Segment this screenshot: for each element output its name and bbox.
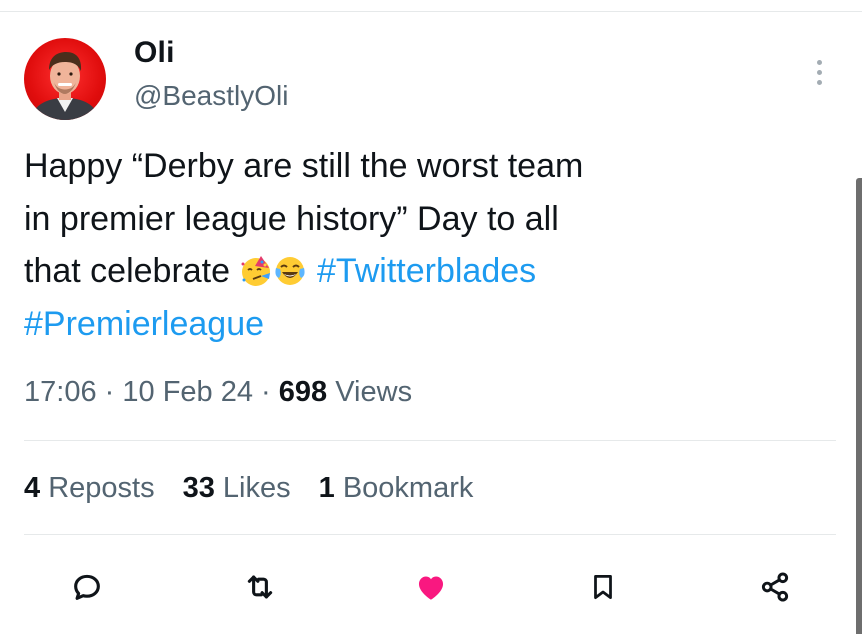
- likes-label: Likes: [222, 472, 291, 504]
- views-count: 698: [278, 376, 328, 408]
- tweet-line: in premier league history” Day to all: [24, 199, 559, 238]
- engagement-stats: 4 Reposts 33 Likes 1 Bookmark: [24, 472, 473, 505]
- tweet-line-text: that celebrate: [24, 252, 240, 290]
- tweet-line: that celebrate #Twitterblades: [24, 245, 784, 298]
- partying-face-icon: [239, 254, 273, 288]
- meta-separator: ·: [261, 376, 271, 408]
- views-label: Views: [335, 376, 413, 408]
- hashtag-link[interactable]: #Premierleague: [24, 305, 264, 343]
- like-icon[interactable]: [408, 564, 454, 610]
- bookmarks-label: Bookmark: [342, 472, 474, 504]
- tweet-text: Happy “Derby are still the worst team in…: [24, 140, 784, 350]
- hashtag-link[interactable]: #Twitterblades: [317, 252, 536, 290]
- tweet-line: #Premierleague: [24, 298, 784, 351]
- more-dot: [816, 79, 822, 85]
- bookmark-icon[interactable]: [580, 564, 626, 610]
- reply-icon[interactable]: [64, 564, 110, 610]
- tears-of-joy-icon: [273, 254, 307, 288]
- tweet-meta: 17:06 · 10 Feb 24 · 698 Views: [24, 376, 412, 409]
- top-divider: [0, 11, 862, 12]
- divider: [24, 534, 836, 535]
- likes-stat[interactable]: 33 Likes: [183, 472, 291, 505]
- reposts-count: 4: [24, 472, 41, 504]
- action-bar: [0, 560, 862, 616]
- tweet-time[interactable]: 17:06: [24, 376, 97, 408]
- author-handle[interactable]: @BeastlyOli: [134, 80, 288, 112]
- divider: [24, 440, 836, 441]
- tweet-date[interactable]: 10 Feb 24: [122, 376, 253, 408]
- more-dot: [816, 69, 822, 75]
- meta-separator: ·: [104, 376, 115, 408]
- bookmarks-stat[interactable]: 1 Bookmark: [319, 472, 474, 505]
- likes-count: 33: [182, 472, 215, 504]
- repost-icon[interactable]: [237, 564, 283, 610]
- bookmarks-count: 1: [318, 472, 335, 504]
- tweet-line: Happy “Derby are still the worst team: [24, 147, 584, 185]
- share-icon[interactable]: [752, 564, 798, 610]
- reposts-label: Reposts: [48, 472, 155, 504]
- more-dot: [816, 59, 822, 65]
- author-name[interactable]: Oli: [134, 36, 175, 70]
- more-options-icon[interactable]: [806, 52, 832, 92]
- reposts-stat[interactable]: 4 Reposts: [24, 472, 155, 505]
- avatar[interactable]: [24, 38, 106, 120]
